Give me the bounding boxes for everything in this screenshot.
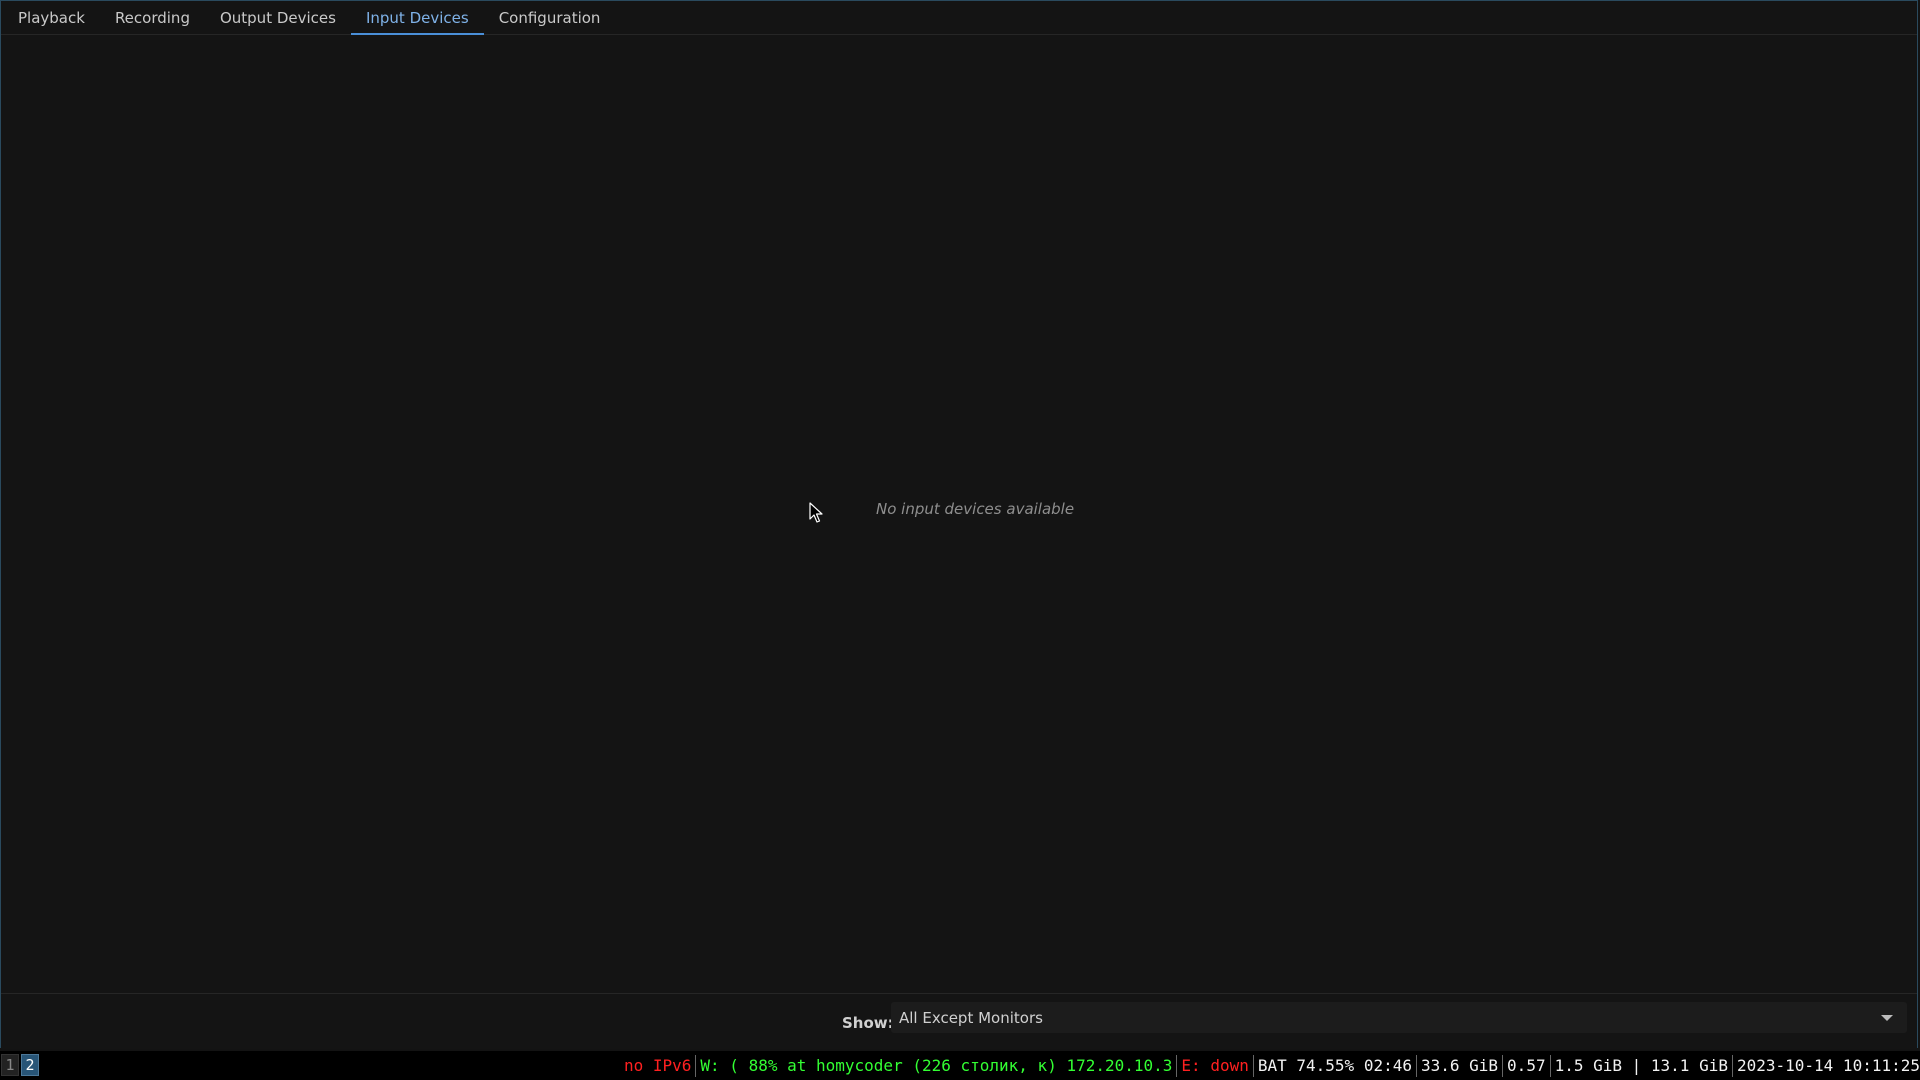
status-separator <box>695 1054 697 1077</box>
load-status: 0.57 <box>1507 1056 1546 1075</box>
empty-state-message: No input devices available <box>876 500 1075 518</box>
tab-configuration[interactable]: Configuration <box>484 1 616 34</box>
tab-playback[interactable]: Playback <box>3 1 100 34</box>
battery-status: BAT 74.55% 02:46 <box>1257 1056 1412 1075</box>
tab-input-devices[interactable]: Input Devices <box>350 1 484 35</box>
input-devices-panel: No input devices available <box>1 35 1917 993</box>
tab-recording[interactable]: Recording <box>100 1 205 34</box>
status-items: no IPv6 W: ( 88% at homycoder (226 столи… <box>624 1051 1920 1080</box>
status-bar: 1 2 no IPv6 W: ( 88% at homycoder (226 с… <box>0 1051 1920 1080</box>
footer-bar: Show: All Except Monitors <box>1 993 1917 1049</box>
workspace-button-2[interactable]: 2 <box>21 1054 39 1076</box>
pavucontrol-window: Playback Recording Output Devices Input … <box>0 0 1918 1049</box>
workspace-button-1[interactable]: 1 <box>1 1054 19 1076</box>
status-separator <box>1415 1054 1417 1077</box>
status-separator <box>1176 1054 1178 1077</box>
tab-bar: Playback Recording Output Devices Input … <box>1 1 1917 35</box>
status-separator <box>1252 1054 1254 1077</box>
mouse-pointer-icon <box>809 502 823 523</box>
show-filter-value: All Except Monitors <box>899 1008 1043 1027</box>
status-separator <box>1502 1054 1504 1077</box>
datetime-status: 2023-10-14 10:11:25 <box>1736 1056 1920 1075</box>
show-filter-dropdown[interactable]: All Except Monitors <box>891 1002 1907 1033</box>
memory-status: 1.5 GiB | 13.1 GiB <box>1554 1056 1728 1075</box>
ipv6-status: no IPv6 <box>623 1056 692 1075</box>
ethernet-status: E: down <box>1181 1056 1249 1075</box>
tab-output-devices[interactable]: Output Devices <box>205 1 351 34</box>
status-separator <box>1549 1054 1551 1077</box>
status-separator <box>1731 1054 1733 1077</box>
show-label: Show: <box>842 1014 894 1032</box>
chevron-down-icon <box>1881 1014 1893 1021</box>
disk-status: 33.6 GiB <box>1420 1056 1499 1075</box>
wireless-status: W: ( 88% at homycoder (226 столик, к) 17… <box>700 1056 1173 1075</box>
